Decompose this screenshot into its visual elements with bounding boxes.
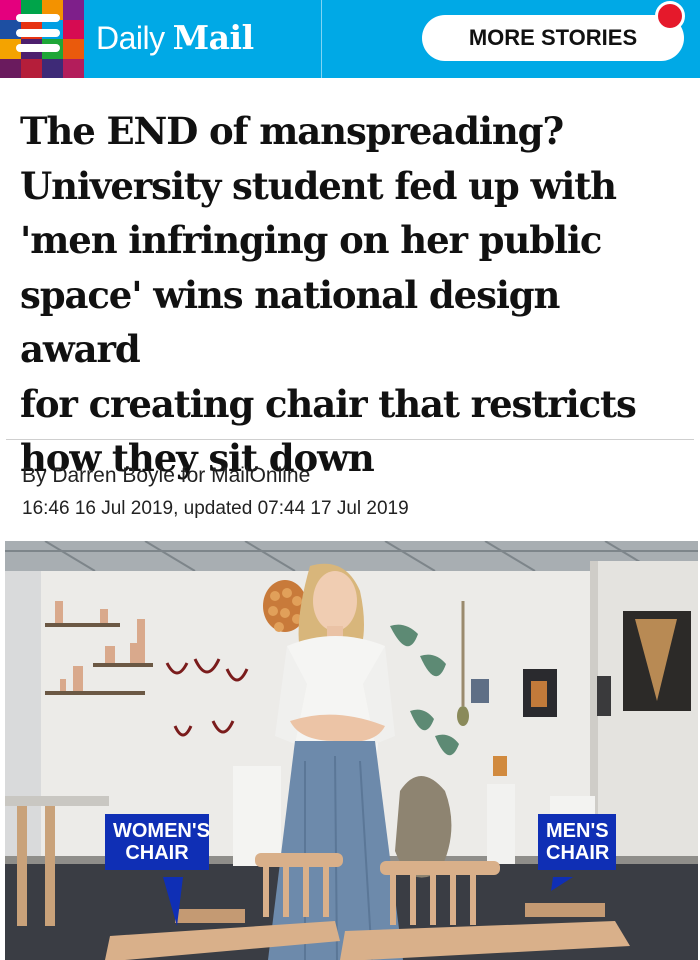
notification-dot	[655, 1, 685, 31]
exhibition-photo-illustration	[5, 541, 698, 960]
site-header: Daily Mail MORE STORIES	[0, 0, 700, 78]
headline-divider	[6, 439, 694, 440]
article-headline: The END of manspreading? University stud…	[20, 104, 690, 486]
hamburger-menu-icon[interactable]	[16, 14, 60, 62]
headline-line: space' wins national design award	[20, 272, 560, 372]
callout-line: MEN'S	[546, 820, 609, 842]
header-divider	[321, 0, 322, 78]
headline-line: 'men infringing on her public	[20, 218, 602, 262]
callout-line: WOMEN'S	[113, 820, 210, 842]
callout-line: CHAIR	[546, 842, 610, 864]
callout-line: CHAIR	[125, 842, 189, 864]
headline-line: for creating chair that restricts	[20, 381, 637, 426]
article-photo[interactable]: WOMEN'S CHAIR MEN'S CHAIR	[5, 541, 698, 960]
logo-mail: Mail	[172, 18, 254, 57]
daily-mail-logo[interactable]: Daily Mail	[96, 14, 254, 62]
more-stories-button[interactable]: MORE STORIES	[422, 15, 684, 61]
dateline: 16:46 16 Jul 2019, updated 07:44 17 Jul …	[22, 498, 409, 519]
logo-daily: Daily	[96, 20, 165, 56]
womens-chair-callout: WOMEN'S CHAIR	[105, 814, 210, 870]
headline-line: University student fed up with	[20, 163, 617, 208]
headline-line: The END of manspreading?	[20, 109, 564, 153]
mens-chair-callout: MEN'S CHAIR	[538, 814, 616, 870]
byline[interactable]: By Darren Boyle for MailOnline	[22, 462, 310, 490]
